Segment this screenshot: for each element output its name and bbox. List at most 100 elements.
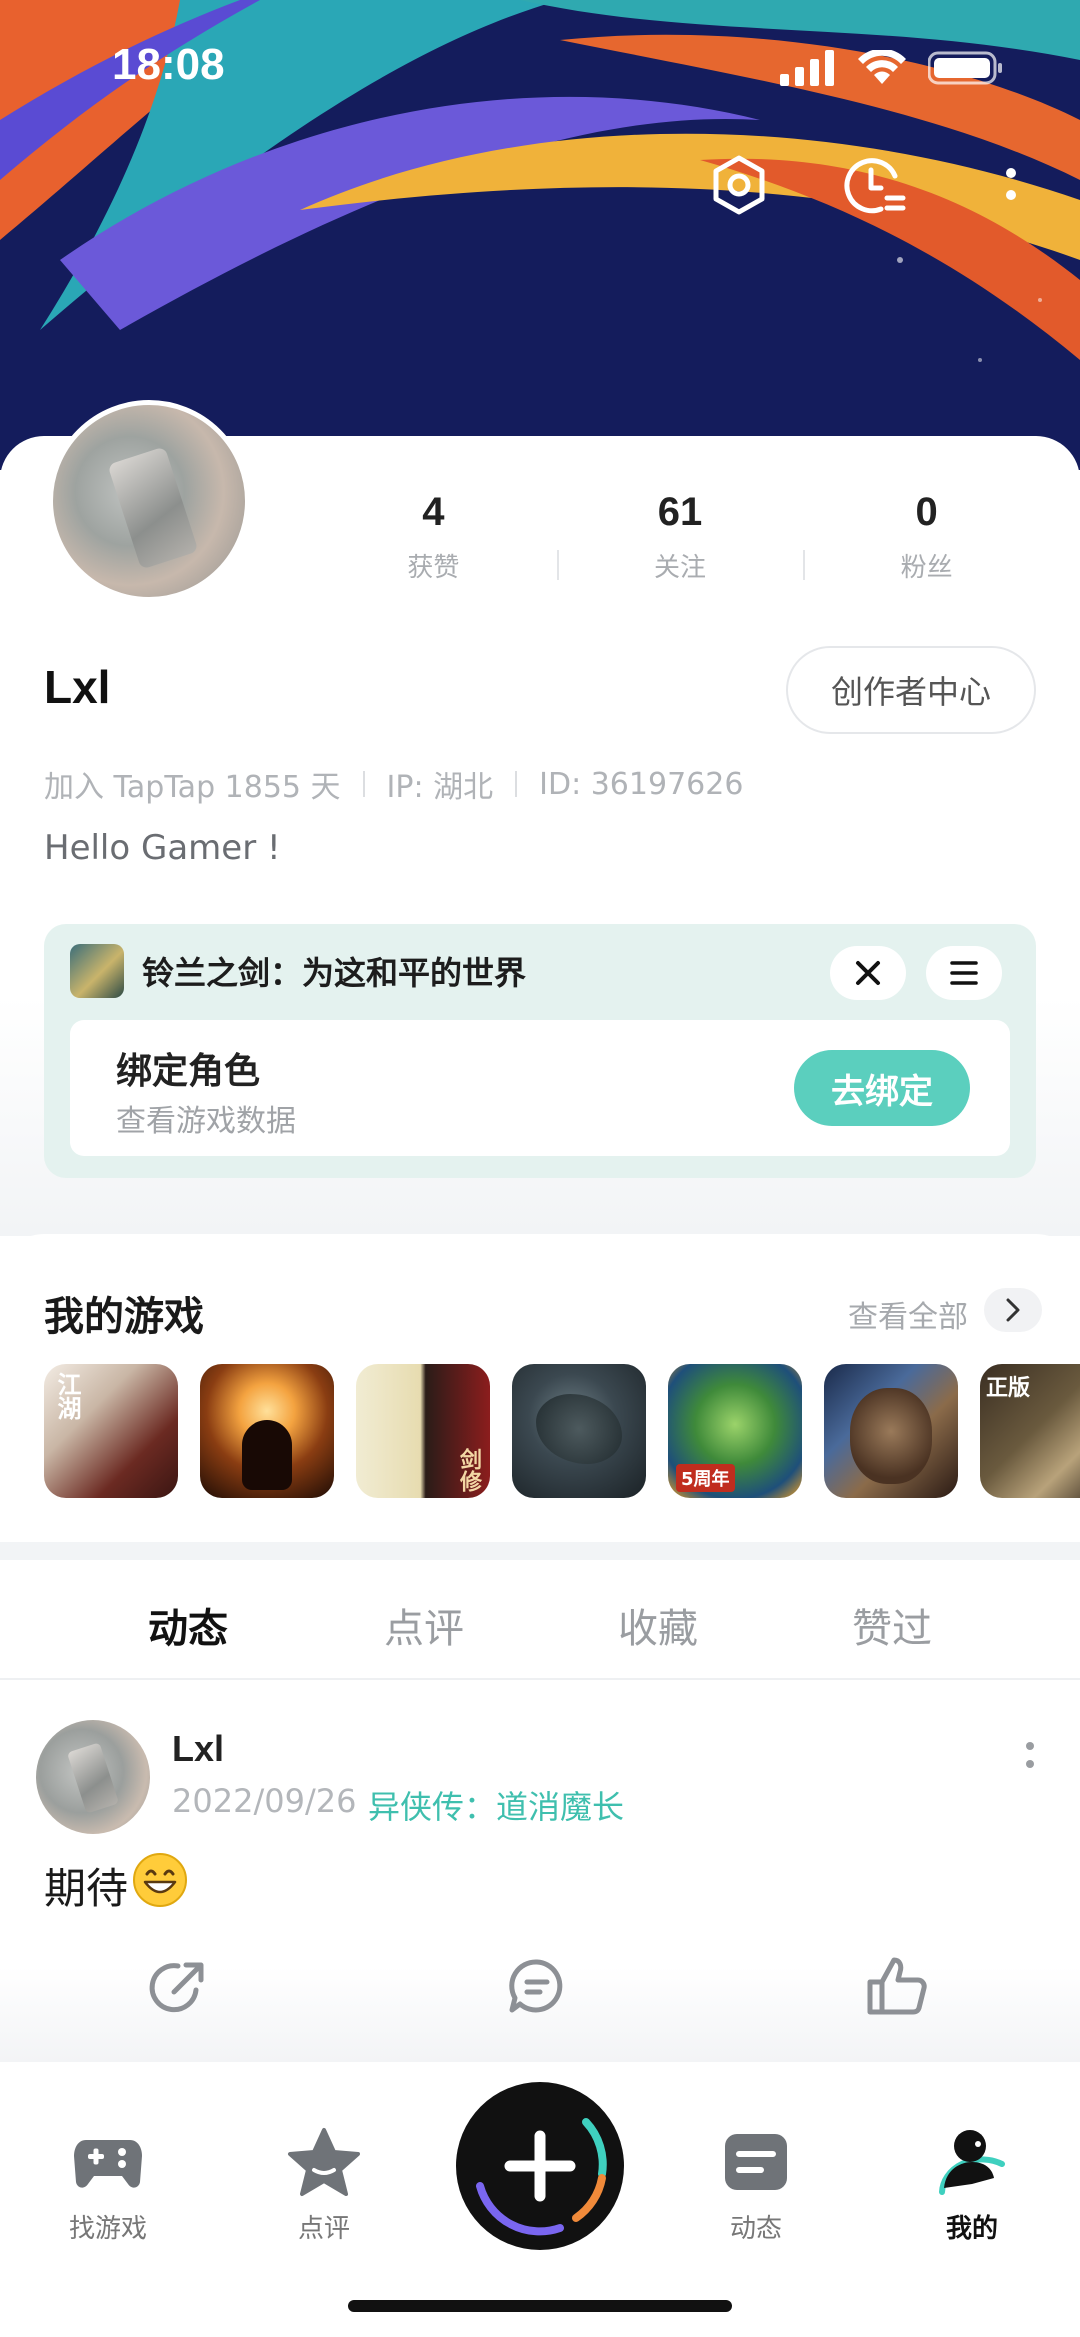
share-button[interactable]: [144, 1952, 214, 2022]
grin-emoji-icon: [132, 1852, 188, 1918]
settings-hexagon-icon: [713, 155, 765, 215]
more-menu-button[interactable]: [978, 152, 1044, 218]
game-tile-meditating-monk[interactable]: [200, 1364, 334, 1498]
feed-icon: [716, 2122, 796, 2202]
more-vertical-icon: [1006, 168, 1016, 200]
see-all-link[interactable]: 查看全部: [848, 1292, 968, 1336]
comment-button[interactable]: [502, 1952, 572, 2022]
top-actions: [706, 152, 1044, 218]
nav-reviews[interactable]: 点评: [244, 2122, 404, 2245]
nav-me-label: 我的: [945, 2214, 998, 2244]
post-actions: [0, 1952, 1080, 2032]
list-menu-icon: [950, 961, 978, 985]
close-icon: [856, 961, 880, 985]
game-tile-dark-dragon[interactable]: [512, 1364, 646, 1498]
tab-reviews[interactable]: 点评: [354, 1596, 494, 1654]
bind-role-card: 铃兰之剑：为这和平的世界 绑定角色 查看游戏数据 去绑定: [44, 924, 1036, 1178]
profile-meta: 加入 TapTap 1855 天 IP: 湖北 ID: 36197626: [44, 762, 743, 806]
stat-followers-value: 0: [915, 490, 938, 534]
star-icon: [284, 2122, 364, 2202]
profile-username: Lxl: [44, 661, 111, 713]
profile-avatar[interactable]: [48, 400, 250, 602]
game-tile-caption: 正版: [986, 1376, 1031, 1401]
games-row: 江湖 剑修 5周年 正版: [44, 1364, 1080, 1498]
stat-following-label: 关注: [654, 553, 707, 583]
chevron-right-icon: [1006, 1298, 1020, 1322]
wifi-icon: [858, 50, 906, 84]
history-clock-icon: [844, 158, 906, 214]
thumbs-up-icon: [867, 1957, 927, 2015]
status-icons: [780, 50, 1004, 86]
game-tile-lion-warrior[interactable]: [824, 1364, 958, 1498]
nav-feed[interactable]: 动态: [676, 2122, 836, 2245]
create-post-button[interactable]: [456, 2082, 624, 2250]
bind-game-title: 铃兰之剑：为这和平的世界: [142, 954, 527, 992]
game-tile-dont-starve[interactable]: 正版: [980, 1364, 1080, 1498]
bind-role-subheading: 查看游戏数据: [116, 1104, 296, 1139]
history-button[interactable]: [842, 152, 908, 218]
comment-icon: [509, 1959, 563, 2013]
post-text: 期待: [44, 1863, 129, 1913]
joined-days: 加入 TapTap 1855 天: [44, 770, 341, 805]
see-all-arrow-button[interactable]: [984, 1288, 1042, 1332]
bind-card-header: 铃兰之剑：为这和平的世界: [70, 944, 526, 998]
bind-card-menu-button[interactable]: [926, 946, 1002, 1000]
stat-following-value: 61: [657, 490, 703, 534]
stat-followers-label: 粉丝: [900, 553, 953, 583]
stat-likes[interactable]: 4 获赞: [310, 490, 557, 590]
post-game-tag[interactable]: 异侠传：道消魔长: [368, 1782, 624, 1828]
stat-following[interactable]: 61 关注: [556, 490, 804, 590]
stat-followers[interactable]: 0 粉丝: [803, 490, 1050, 590]
meta-divider: [362, 771, 365, 797]
meta-divider: [515, 771, 518, 797]
bind-role-panel: 绑定角色 查看游戏数据 去绑定: [70, 1020, 1010, 1156]
dragon-shape: [536, 1394, 622, 1464]
status-time: 18:08: [112, 40, 225, 89]
nav-find-games-label: 找游戏: [68, 2214, 147, 2244]
tab-feed-label: 动态: [148, 1606, 228, 1652]
game-tile-sword-cultivation[interactable]: 剑修: [356, 1364, 490, 1498]
bind-card-close-button[interactable]: [830, 946, 906, 1000]
battery-icon: [928, 51, 1002, 85]
section-divider: [0, 1542, 1080, 1560]
my-games-section: 我的游戏 查看全部 江湖 剑修 5周年 正版: [0, 1234, 1080, 1554]
post-more-button[interactable]: [1020, 1736, 1040, 1776]
creator-center-button[interactable]: 创作者中心: [786, 646, 1036, 734]
more-vertical-icon: [1026, 1742, 1034, 1768]
game-tile-jianghu[interactable]: 江湖: [44, 1364, 178, 1498]
tab-feed[interactable]: 动态: [118, 1596, 258, 1654]
like-button[interactable]: [862, 1952, 932, 2022]
ip-location: IP: 湖北: [386, 770, 494, 805]
bind-role-button[interactable]: 去绑定: [794, 1050, 970, 1126]
home-indicator: [348, 2300, 732, 2312]
post-body: 期待: [44, 1852, 188, 1918]
gamepad-icon: [68, 2122, 148, 2202]
post-author-name[interactable]: Lxl: [172, 1728, 224, 1770]
bind-role-heading: 绑定角色: [116, 1051, 261, 1092]
status-bar: 18:08: [0, 0, 1080, 140]
post-author-avatar[interactable]: [36, 1720, 150, 1834]
avatar-image: [66, 1742, 120, 1814]
nav-find-games[interactable]: 找游戏: [28, 2122, 188, 2245]
tab-liked[interactable]: 赞过: [822, 1596, 962, 1654]
monk-silhouette: [242, 1420, 292, 1490]
post-date: 2022/09/26: [172, 1782, 357, 1820]
profile-bio: Hello Gamer !: [44, 828, 281, 868]
user-id[interactable]: ID: 36197626: [539, 767, 743, 802]
game-tile-caption: 江湖: [53, 1372, 81, 1420]
nav-feed-label: 动态: [729, 2214, 782, 2244]
my-games-title: 我的游戏: [44, 1294, 204, 1340]
bind-game-icon: [70, 944, 124, 998]
game-tile-caption: 剑修: [456, 1448, 481, 1492]
tab-favorites[interactable]: 收藏: [588, 1596, 728, 1654]
plus-icon: [476, 2118, 607, 2236]
stat-likes-value: 4: [422, 490, 445, 534]
lion-face: [850, 1388, 932, 1484]
feed-post[interactable]: Lxl 2022/09/26 异侠传：道消魔长 期待: [0, 1682, 1080, 2062]
content-tabs: 动态 点评 收藏 赞过: [0, 1560, 1080, 1680]
signal-icon: [780, 50, 834, 86]
share-icon: [149, 1962, 204, 2013]
settings-button[interactable]: [706, 152, 772, 218]
nav-me[interactable]: 我的: [892, 2122, 1052, 2245]
game-tile-dragon-5th-anniversary[interactable]: 5周年: [668, 1364, 802, 1498]
